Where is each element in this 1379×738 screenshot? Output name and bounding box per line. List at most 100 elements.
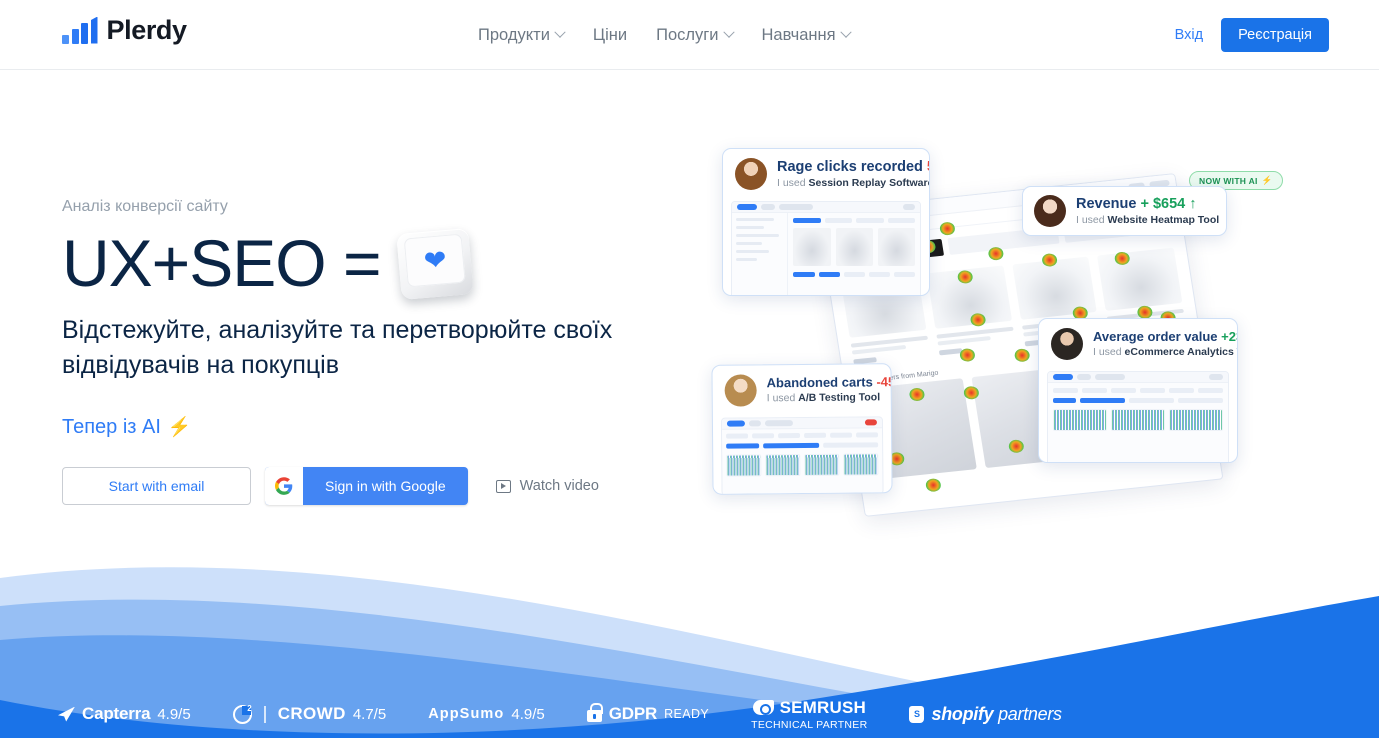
hero-subtitle: Відстежуйте, аналізуйте та перетворюйте … <box>62 316 613 379</box>
avatar <box>735 158 767 190</box>
card-title-text: Abandoned carts <box>766 373 873 390</box>
chevron-down-icon <box>554 26 566 38</box>
ai-tagline-label: Тепер із AI <box>62 415 161 438</box>
appsumo-name: AppSumo <box>428 706 505 722</box>
nav-label: Навчання <box>761 25 836 44</box>
card-sub-prefix: I used <box>766 392 799 405</box>
avatar <box>1034 195 1066 227</box>
card-title-text: Revenue <box>1076 195 1137 212</box>
hero-title: UX+SEO = ❤ <box>62 226 662 300</box>
shopify-icon: S <box>909 705 925 723</box>
g2-superscript: 2 <box>247 703 252 713</box>
badge-shopify: S shopify partners <box>909 703 1062 725</box>
hero-illustration: Current offers from Marigo NOW WITH AI ⚡… <box>700 130 1320 530</box>
divider <box>263 705 266 723</box>
header-actions: Вхід Реєстрація <box>1175 0 1329 70</box>
heatmap-dot <box>924 477 942 493</box>
card-subtitle: I used eCommerce Analytics Tool <box>1093 346 1237 359</box>
badge-semrush: SEMRUSH TECHNICAL PARTNER <box>751 698 867 731</box>
hero-eyebrow: Аналіз конверсії сайту <box>62 198 228 215</box>
g2-icon: 2 <box>232 703 252 724</box>
heart-keycap-icon: ❤ <box>395 227 474 300</box>
card-sub-tool: Session Replay Software <box>808 177 930 190</box>
stat-card-average-order-value: Average order value +23% ↑ I used eComme… <box>1038 318 1238 463</box>
gdpr-suffix: READY <box>664 707 710 721</box>
card-sub-tool: eCommerce Analytics Tool <box>1124 346 1237 359</box>
card-screenshot <box>731 201 921 295</box>
card-sub-tool: Website Heatmap Tool <box>1107 214 1220 227</box>
card-title-text: Average order value <box>1093 328 1218 344</box>
sign-in-with-google-button[interactable]: Sign in with Google <box>265 467 468 506</box>
login-link[interactable]: Вхід <box>1175 27 1203 43</box>
logo-bars-icon <box>62 16 98 44</box>
card-header: Average order value +23% ↑ I used eComme… <box>1039 319 1237 367</box>
chevron-down-icon <box>722 26 735 38</box>
signup-button[interactable]: Реєстрація <box>1221 18 1329 52</box>
card-subtitle: I used A/B Testing Tool <box>767 392 893 405</box>
google-icon <box>265 467 303 506</box>
card-title: Average order value +23% ↑ <box>1093 328 1237 345</box>
start-with-email-button[interactable]: Start with email <box>62 467 251 506</box>
watch-video-label: Watch video <box>519 478 599 495</box>
card-title-text: Rage clicks recorded <box>777 158 923 175</box>
nav-label: Послуги <box>656 25 719 44</box>
card-metric: -45% <box>876 373 893 389</box>
stat-card-abandoned-carts: Abandoned carts -45% I used A/B Testing … <box>711 363 893 495</box>
badge-g2crowd: 2 CROWD 4.7/5 <box>232 703 387 724</box>
card-sub-prefix: I used <box>1093 346 1125 359</box>
shopify-suffix: partners <box>998 703 1062 724</box>
site-header: Plerdy Продукти Ціни Послуги Навчання Вх… <box>0 0 1379 70</box>
lock-icon <box>586 703 603 722</box>
card-title: Abandoned carts -45% <box>766 373 893 391</box>
chevron-down-icon <box>839 26 852 38</box>
ai-tagline: Тепер із AI ⚡ <box>62 415 662 439</box>
landing-page: Plerdy Продукти Ціни Послуги Навчання Вх… <box>0 0 1379 738</box>
card-header: Revenue + $654 ↑ I used Website Heatmap … <box>1023 187 1226 235</box>
g2crowd-score: 4.7/5 <box>352 705 387 723</box>
play-icon <box>495 479 511 493</box>
capterra-score: 4.9/5 <box>157 705 191 723</box>
card-header: Abandoned carts -45% I used A/B Testing … <box>712 364 893 414</box>
hero-title-text: UX+SEO = <box>62 226 381 300</box>
shopify-name: shopify partners <box>931 703 1062 725</box>
capterra-name: Capterra <box>82 704 151 723</box>
shopify-brand: shopify <box>931 703 994 724</box>
capterra-icon <box>58 706 75 722</box>
g2crowd-name: CROWD <box>277 704 346 723</box>
card-title: Rage clicks recorded 54 <box>777 158 929 176</box>
card-screenshot <box>1047 371 1229 462</box>
semrush-subtitle: TECHNICAL PARTNER <box>751 718 868 731</box>
card-metric: 54 <box>927 159 929 175</box>
watch-video-button[interactable]: Watch video <box>495 478 599 495</box>
avatar <box>1051 328 1083 360</box>
card-sub-prefix: I used <box>777 177 809 190</box>
avatar <box>724 374 757 407</box>
logo[interactable]: Plerdy <box>62 15 187 46</box>
trust-badge-bar: Capterra 4.9/5 2 CROWD 4.7/5 AppSumo 4.9… <box>0 690 1379 738</box>
appsumo-score: 4.9/5 <box>511 705 545 723</box>
nav-item-pricing[interactable]: Ціни <box>593 26 627 45</box>
google-button-label: Sign in with Google <box>325 478 446 495</box>
card-header: Rage clicks recorded 54 I used Session R… <box>723 149 929 197</box>
now-with-ai-label: NOW WITH AI <box>1199 175 1258 186</box>
card-title: Revenue + $654 ↑ <box>1076 196 1219 213</box>
semrush-name: SEMRUSH <box>779 697 867 717</box>
nav-item-products[interactable]: Продукти <box>478 25 566 45</box>
heart-icon: ❤ <box>422 244 447 277</box>
badge-gdpr: GDPR READY <box>586 703 710 724</box>
card-metric: + $654 ↑ <box>1140 195 1197 212</box>
stat-card-rage-clicks: Rage clicks recorded 54 I used Session R… <box>722 148 930 296</box>
nav-item-services[interactable]: Послуги <box>656 25 735 45</box>
gdpr-name: GDPR <box>608 704 658 723</box>
logo-text: Plerdy <box>106 15 188 45</box>
bolt-icon: ⚡ <box>1261 175 1273 185</box>
nav-label: Продукти <box>478 25 550 44</box>
bolt-icon: ⚡ <box>167 417 192 439</box>
card-sub-prefix: I used <box>1076 214 1108 227</box>
semrush-icon <box>752 700 774 715</box>
badge-appsumo: AppSumo 4.9/5 <box>428 706 545 723</box>
card-screenshot <box>720 416 884 495</box>
nav-item-learning[interactable]: Навчання <box>761 25 852 45</box>
hero-content: Аналіз конверсії сайту UX+SEO = ❤ Відсте… <box>62 198 662 506</box>
hero-cta-row: Start with email Sign in with Google Wat… <box>62 467 662 506</box>
